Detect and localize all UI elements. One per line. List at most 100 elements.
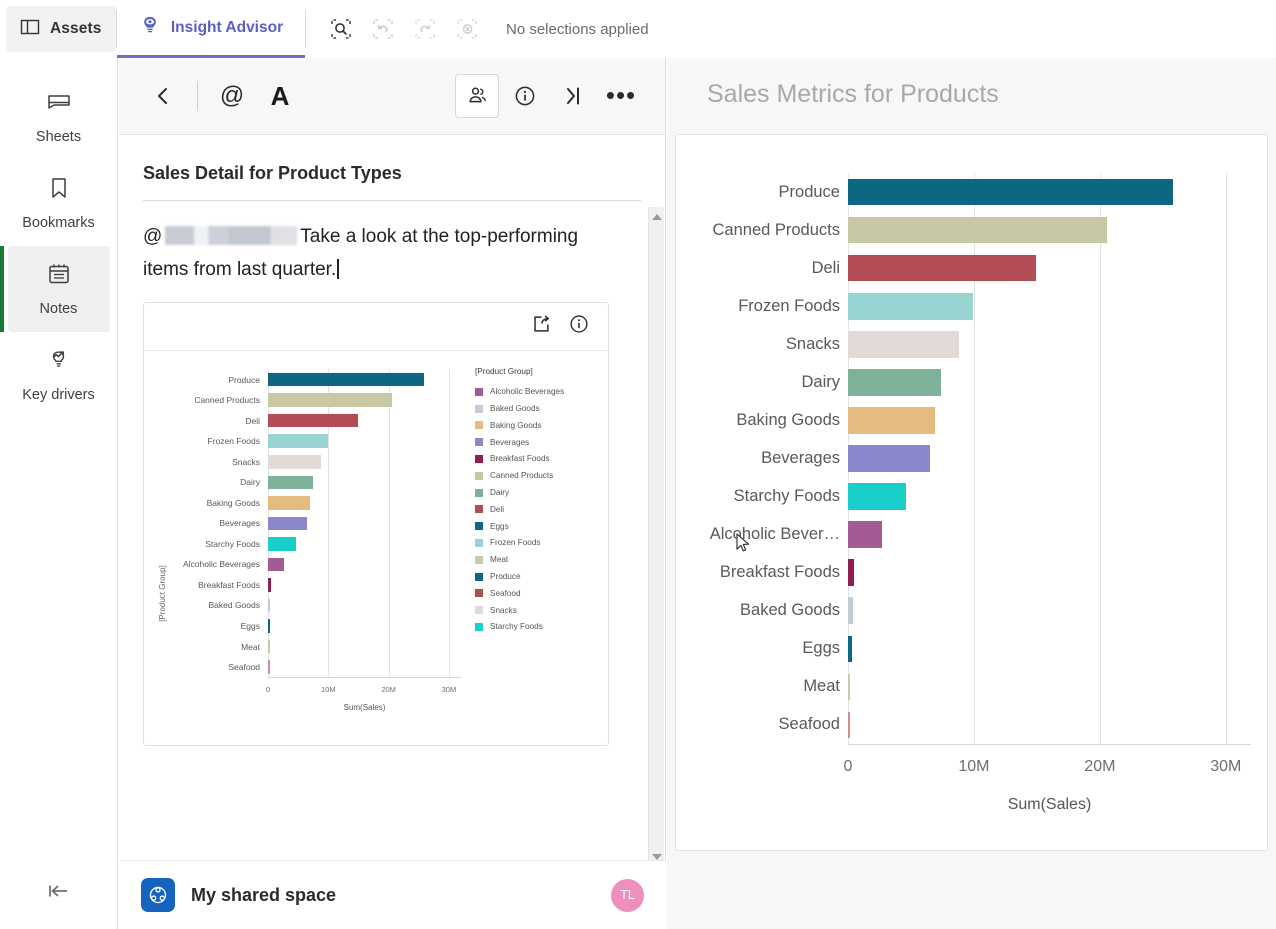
embedded-chart-card[interactable]: Produce Canned Products Deli Frozen Foods Sn… (143, 302, 609, 747)
bar[interactable] (848, 521, 882, 548)
bar[interactable] (268, 393, 393, 407)
bar-row[interactable]: Frozen Foods (676, 292, 1267, 320)
legend-item[interactable]: Beverages (475, 434, 564, 451)
bar[interactable] (268, 516, 308, 531)
assets-button[interactable]: Assets (6, 6, 116, 52)
legend-item[interactable]: Snacks (475, 602, 564, 619)
note-body[interactable]: Sales Detail for Product Types @ Take a l… (119, 135, 665, 929)
at-mention-icon[interactable]: @ (210, 74, 254, 118)
bar-category-label: Produce (778, 182, 840, 201)
chevron-left-icon[interactable] (141, 74, 185, 118)
selection-search-icon[interactable] (324, 12, 358, 46)
legend-item[interactable]: Dairy (475, 484, 564, 501)
bar[interactable] (848, 216, 1108, 244)
bar[interactable] (268, 496, 310, 510)
bar-row[interactable]: Eggs (676, 635, 1267, 663)
legend-item[interactable]: Seafood (475, 585, 564, 602)
info-icon[interactable] (568, 313, 590, 340)
bar-row[interactable]: Baked Goods (676, 597, 1267, 625)
share-external-icon[interactable] (530, 313, 552, 340)
bar[interactable] (848, 559, 854, 587)
bar-category-label: Beverages (219, 518, 260, 529)
note-text[interactable]: @ Take a look at the top-performing items… (143, 201, 613, 286)
bar[interactable] (848, 711, 850, 739)
bar[interactable] (268, 537, 296, 551)
bar[interactable] (268, 660, 270, 674)
tab-insight-advisor[interactable]: Insight Advisor (117, 0, 305, 58)
bar[interactable] (268, 578, 271, 592)
bar[interactable] (268, 475, 313, 490)
bar[interactable] (848, 254, 1036, 282)
sidebar-item-sheets[interactable]: Sheets (8, 74, 110, 160)
panel-icon (20, 17, 40, 42)
legend-item[interactable]: Baked Goods (475, 400, 564, 417)
sidebar-item-key-drivers[interactable]: Key drivers (8, 332, 110, 418)
more-options-icon[interactable]: ••• (599, 74, 643, 118)
bar-category-label: Frozen Foods (738, 296, 840, 315)
bar[interactable] (848, 673, 850, 701)
legend-item[interactable]: Deli (475, 501, 564, 518)
bar-row[interactable]: Starchy Foods (676, 483, 1267, 510)
bar-category-label: Snacks (232, 456, 260, 467)
bar-row[interactable]: Alcoholic Bever… (676, 521, 1267, 548)
main-chart-card[interactable]: Produce Canned Products Deli Frozen Foods Sn… (675, 134, 1268, 851)
x-tick-label: 10M (958, 758, 990, 775)
bar[interactable] (848, 445, 930, 472)
redo-selection-icon (408, 12, 442, 46)
bar-row[interactable]: Canned Products (676, 216, 1267, 244)
bar[interactable] (268, 434, 328, 448)
avatar[interactable]: TL (611, 878, 644, 912)
left-rail: Sheets Bookmarks Notes Key drivers (0, 58, 118, 929)
legend-item[interactable]: Starchy Foods (475, 619, 564, 636)
sidebar-item-bookmarks[interactable]: Bookmarks (8, 160, 110, 246)
sidebar-item-notes[interactable]: Notes (0, 246, 110, 332)
bar-row[interactable]: Beverages (676, 445, 1267, 472)
bar[interactable] (848, 407, 935, 434)
bar-row[interactable]: Breakfast Foods (676, 559, 1267, 587)
bar-row[interactable]: Produce (676, 178, 1267, 206)
bar-row[interactable]: Meat (156, 639, 596, 654)
bar[interactable] (848, 292, 973, 320)
bar[interactable] (848, 330, 959, 358)
legend-swatch (475, 421, 483, 430)
bar-category-label: Baking Goods (206, 497, 260, 508)
bar[interactable] (848, 635, 853, 663)
x-tick-label: 0 (265, 685, 271, 695)
bar[interactable] (848, 483, 906, 510)
bar[interactable] (848, 597, 854, 625)
scroll-up-arrow[interactable] (649, 209, 665, 225)
bar[interactable] (268, 413, 358, 428)
collapse-left-icon[interactable] (0, 881, 118, 901)
bar-row[interactable]: Seafood (156, 660, 596, 674)
bar[interactable] (848, 178, 1173, 206)
bar[interactable] (268, 557, 285, 572)
bar[interactable] (268, 454, 322, 469)
bar[interactable] (848, 369, 942, 396)
bar-category-label: Starchy Foods (733, 487, 840, 506)
bar[interactable] (268, 372, 424, 387)
bar[interactable] (268, 639, 270, 654)
legend-item[interactable]: Meat (475, 551, 564, 568)
bar-row[interactable]: Deli (676, 254, 1267, 282)
collapse-right-icon[interactable] (551, 74, 595, 118)
legend-item[interactable]: Breakfast Foods (475, 451, 564, 468)
note-scrollbar[interactable] (648, 207, 664, 867)
bar-row[interactable]: Dairy (676, 369, 1267, 396)
legend-item[interactable]: Baking Goods (475, 417, 564, 434)
legend-item[interactable]: Produce (475, 568, 564, 585)
share-people-icon[interactable] (455, 74, 499, 118)
legend-item[interactable]: Canned Products (475, 467, 564, 484)
bar-row[interactable]: Meat (676, 673, 1267, 701)
bar-row[interactable]: Seafood (676, 711, 1267, 739)
embedded-chart[interactable]: Produce Canned Products Deli Frozen Foods Sn… (144, 351, 608, 745)
legend-item[interactable]: Eggs (475, 518, 564, 535)
bar-row[interactable]: Baking Goods (676, 407, 1267, 434)
bar[interactable] (268, 598, 271, 613)
bar[interactable] (268, 619, 271, 633)
legend-item[interactable]: Alcoholic Beverages (475, 383, 564, 400)
bar-row[interactable]: Snacks (676, 330, 1267, 358)
info-icon[interactable] (503, 74, 547, 118)
page-title: Sales Metrics for Products (707, 80, 999, 108)
text-format-icon[interactable]: A (258, 74, 302, 118)
legend-item[interactable]: Frozen Foods (475, 535, 564, 552)
